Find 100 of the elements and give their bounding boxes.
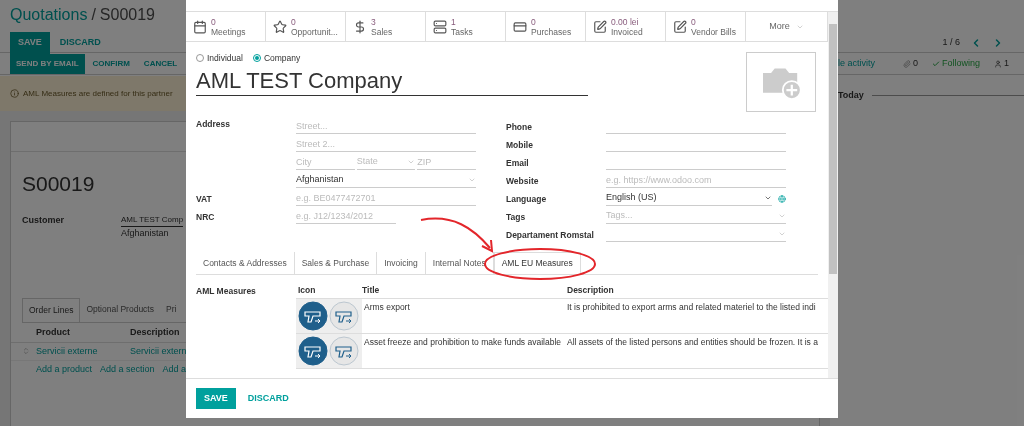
edit-icon (593, 19, 607, 34)
input-field[interactable]: Street... (296, 119, 476, 134)
breadcrumb-current: S00019 (99, 5, 155, 25)
stat-button[interactable]: 0.00 lei Invoiced (586, 12, 666, 41)
stack-icon (433, 19, 447, 34)
caret-icon (778, 212, 786, 220)
field-label: Departament Romstal (506, 229, 595, 242)
input-field[interactable]: e.g. BE0477472701 (296, 191, 476, 206)
field-label: Website (506, 175, 540, 188)
form-tab[interactable]: Sales & Purchase (294, 252, 378, 274)
stat-button[interactable]: 0 Purchases (506, 12, 586, 41)
field-label: Phone (506, 121, 533, 134)
following-button[interactable]: Following (942, 56, 981, 71)
stat-label: Opportunit... (291, 26, 338, 37)
text-button[interactable]: CANCEL (137, 53, 184, 74)
form-tab[interactable]: AML EU Measures (493, 252, 581, 274)
input-field[interactable]: e.g. https://www.odoo.com (606, 173, 786, 188)
field-label: Address (196, 118, 231, 131)
caret-icon (764, 194, 772, 202)
field-label: Mobile (506, 139, 534, 152)
stat-button[interactable]: 0 Meetings (186, 12, 266, 41)
column-header: Title (362, 284, 381, 297)
field-label: NRC (196, 211, 216, 224)
stat-value: 1 (451, 16, 457, 27)
input-field[interactable]: Street 2... (296, 137, 476, 152)
stat-value: 0 (211, 16, 217, 27)
table-cell-text: All assets of the listed persons and entities should be frozen. It is a (567, 336, 819, 349)
check-icon (932, 59, 941, 68)
image-placeholder[interactable] (746, 52, 816, 112)
alert-text: AML Measures are defined for this partner (23, 87, 173, 100)
schedule-activity-link[interactable]: le activity (838, 56, 875, 71)
customer-link[interactable]: AML TEST Comp (121, 213, 184, 227)
stat-label: Meetings (211, 26, 246, 37)
sheet-tab[interactable]: Order Lines (22, 298, 81, 322)
section-label: AML Measures (196, 285, 257, 298)
table-cell-text: It is prohibited to export arms and related materiel to the listed indi (567, 301, 817, 314)
dollar-icon (353, 19, 367, 34)
calendar-icon (193, 19, 207, 34)
record-title: S00019 (22, 171, 95, 197)
field-label: VAT (196, 193, 213, 206)
globe-icon[interactable] (778, 194, 786, 203)
breadcrumb-separator: / (91, 5, 96, 25)
stat-button[interactable]: 1 Tasks (426, 12, 506, 41)
select-field[interactable]: English (US) (606, 191, 772, 206)
radio-label: Individual (207, 52, 243, 65)
primary-button[interactable]: SAVE (10, 32, 50, 54)
sheet-tab[interactable]: Pri (160, 298, 183, 322)
info-icon (10, 89, 19, 98)
column-header: Description (130, 325, 180, 339)
attachment-count[interactable]: 0 (913, 56, 919, 71)
radio-label: Company (263, 52, 301, 65)
stat-label: Sales (371, 26, 393, 37)
stat-label: Purchases (531, 26, 572, 37)
input-field[interactable]: ZIP (417, 155, 476, 170)
stat-value: 0.00 lei (611, 16, 640, 27)
user-icon[interactable] (994, 59, 1003, 68)
stat-label: Invoiced (611, 26, 643, 37)
add-line-link[interactable]: Add a product (36, 362, 93, 377)
field-label: Customer (22, 213, 65, 227)
name-field[interactable]: AML TEST Company (196, 66, 588, 96)
input-field[interactable]: e.g. J12/1234/2012 (296, 209, 396, 224)
field-label: Email (506, 157, 530, 170)
add-line-link[interactable]: Add a (162, 362, 187, 377)
star-icon (273, 19, 287, 34)
edit-icon (673, 19, 687, 34)
stat-label: Vendor Bills (691, 26, 736, 37)
stat-value: 0 (291, 16, 297, 27)
caret-icon (468, 176, 476, 184)
primary-button[interactable]: SAVE (196, 387, 236, 410)
caret-icon (407, 158, 416, 166)
form-tab[interactable]: Contacts & Addresses (196, 252, 295, 274)
text-button[interactable]: DISCARD (51, 32, 109, 54)
stat-button[interactable]: 0 Vendor Bills (666, 12, 746, 41)
breadcrumb-link[interactable]: Quotations (10, 3, 88, 27)
field-label: Language (506, 193, 548, 206)
stat-button[interactable]: 0 Opportunit... (266, 12, 346, 41)
table-cell-text: Servicii externe (36, 344, 99, 358)
table-cell-text: Arms export (363, 301, 411, 314)
stat-button[interactable]: 3 Sales (346, 12, 426, 41)
pager: 1 / 6 (942, 36, 960, 49)
input-field[interactable]: City (296, 155, 355, 170)
primary-button[interactable]: SEND BY EMAIL (10, 53, 85, 74)
stat-value: 3 (371, 16, 377, 27)
stat-value: 0 (691, 16, 697, 27)
stat-value: 0 (531, 16, 537, 27)
customer-country: Afghanistan (121, 226, 170, 240)
sheet-tab[interactable]: Optional Products (80, 298, 160, 322)
drag-handle-icon[interactable] (22, 347, 30, 356)
form-tab[interactable]: Invoicing (377, 252, 426, 274)
card-icon (513, 19, 527, 34)
follower-count[interactable]: 1 (1004, 56, 1010, 71)
add-line-link[interactable]: Add a section (100, 362, 155, 377)
text-button[interactable]: DISCARD (239, 387, 297, 410)
table-cell: Servicii extern (130, 344, 187, 358)
form-tab[interactable]: Internal Notes (425, 252, 494, 274)
column-header: Product (36, 325, 71, 339)
text-button[interactable]: CONFIRM (86, 53, 136, 74)
date-separator: Today (838, 89, 864, 102)
paperclip-icon[interactable] (903, 59, 911, 68)
select-field[interactable]: Afghanistan (296, 173, 476, 188)
